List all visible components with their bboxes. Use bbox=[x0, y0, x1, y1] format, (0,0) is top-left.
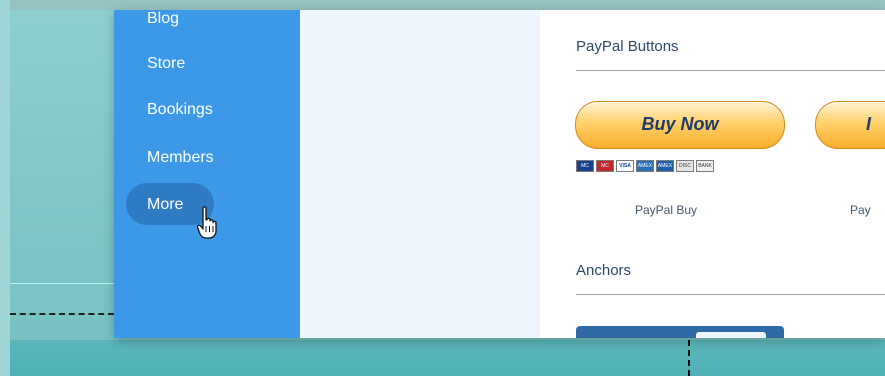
amex-icon: AMEX bbox=[636, 160, 654, 172]
panel-sidebar: Blog Store Bookings Members More bbox=[114, 10, 300, 338]
anchor-widget-tab bbox=[696, 332, 766, 338]
paypal-buy-caption: PayPal Buy bbox=[635, 203, 698, 217]
panel-middle-column bbox=[300, 10, 540, 338]
anchor-widget-preview[interactable] bbox=[576, 326, 784, 338]
sidebar-item-store[interactable]: Store bbox=[147, 54, 185, 74]
sidebar-item-more[interactable]: More bbox=[147, 195, 183, 215]
buy-now-label: Buy Now bbox=[641, 114, 719, 134]
anchors-title: Anchors bbox=[576, 262, 632, 279]
second-button-label: I bbox=[866, 114, 872, 134]
amex-alt-icon: AMEX bbox=[656, 160, 674, 172]
maestro-icon: MC bbox=[596, 160, 614, 172]
anchors-section-divider bbox=[576, 294, 885, 295]
canvas-left-edge bbox=[0, 0, 10, 376]
sidebar-item-bookings[interactable]: Bookings bbox=[147, 100, 213, 120]
sidebar-item-members[interactable]: Members bbox=[147, 148, 214, 168]
panel-content-area: PayPal Buttons Buy Now I MC MC VISA AMEX… bbox=[540, 10, 885, 338]
discover-icon: DISC bbox=[676, 160, 694, 172]
paypal-section-divider bbox=[576, 70, 885, 71]
payment-cards-row: MC MC VISA AMEX AMEX DISC BANK bbox=[576, 160, 714, 172]
paypal-buttons-title: PayPal Buttons bbox=[576, 38, 679, 55]
visa-icon: VISA bbox=[616, 160, 634, 172]
canvas-top-edge bbox=[0, 0, 885, 10]
column-dashed-divider bbox=[688, 340, 690, 376]
paypal-buy-now-button[interactable]: Buy Now bbox=[575, 101, 785, 149]
canvas-strip bbox=[0, 340, 885, 376]
hand-pointer-icon bbox=[197, 206, 217, 239]
paypal-second-caption: Pay bbox=[850, 203, 871, 217]
sidebar-item-blog[interactable]: Blog bbox=[147, 10, 179, 29]
section-dashed-divider bbox=[10, 313, 114, 315]
paypal-second-button[interactable]: I bbox=[815, 101, 885, 149]
add-elements-panel: Blog Store Bookings Members More PayPal … bbox=[114, 10, 885, 338]
mastercard-icon: MC bbox=[576, 160, 594, 172]
canvas-guide-line bbox=[10, 283, 114, 284]
bank-icon: BANK bbox=[696, 160, 714, 172]
